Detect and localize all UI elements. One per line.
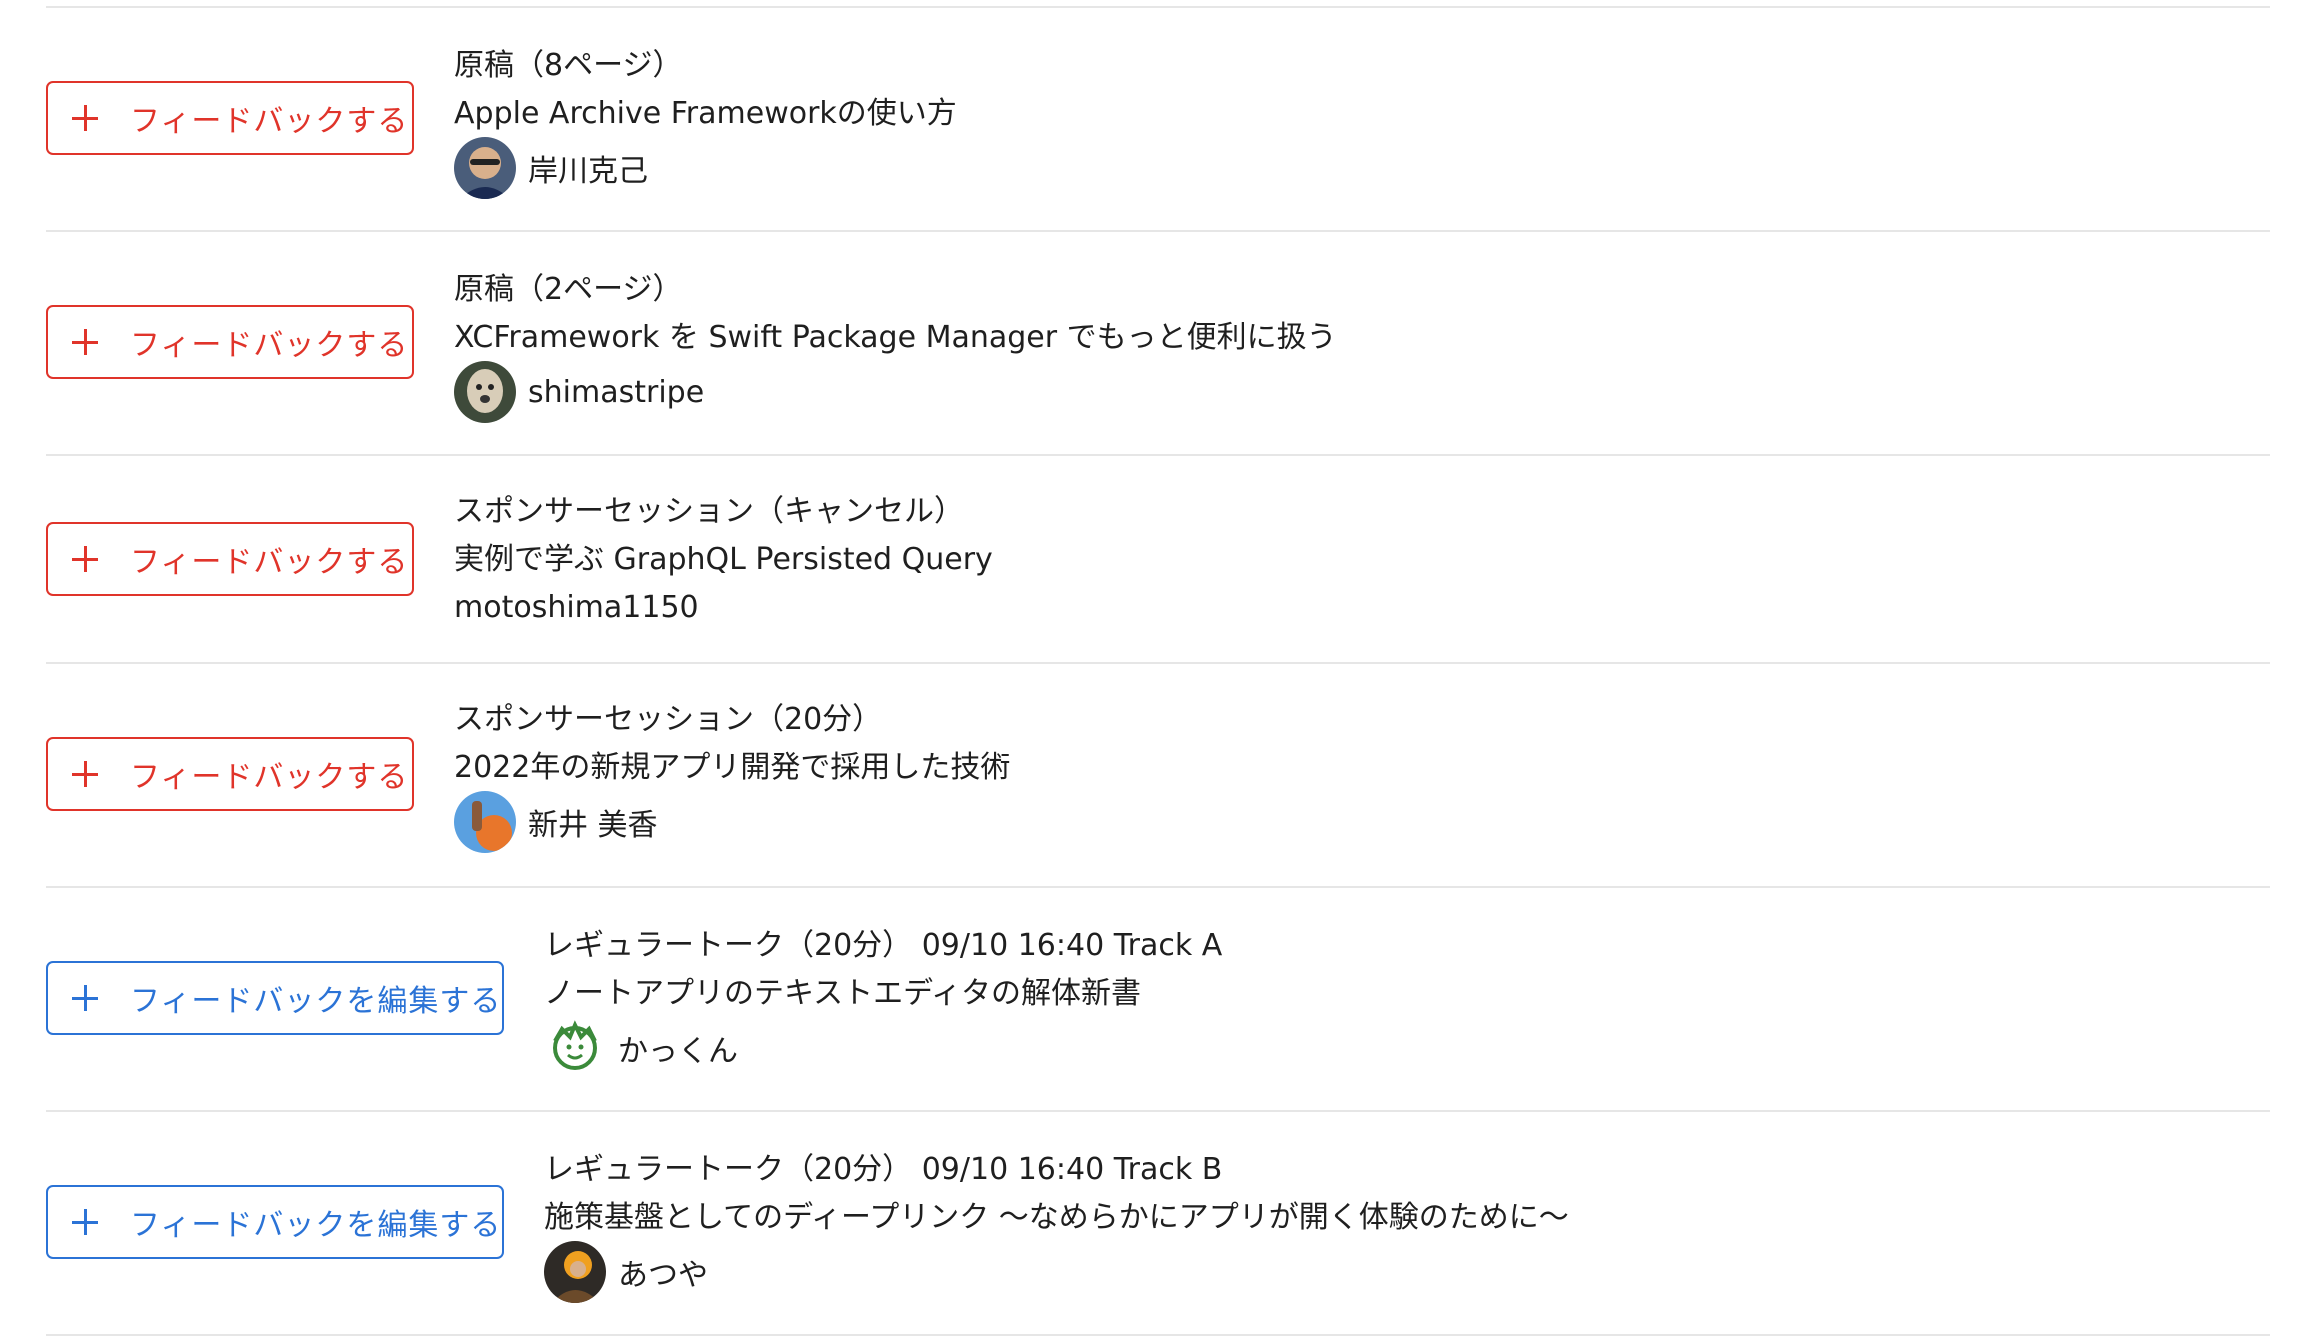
avatar-photo-icon bbox=[544, 1241, 606, 1303]
speaker-name[interactable]: motoshima1150 bbox=[454, 584, 993, 632]
list-item: フィードバックする スポンサーセッション（20分） 2022年の新規アプリ開発で… bbox=[46, 662, 2270, 886]
list-item: フィードバックする スポンサーセッション（キャンセル） 実例で学ぶ GraphQ… bbox=[46, 454, 2270, 662]
session-category: スポンサーセッション（20分） bbox=[454, 702, 883, 737]
feedback-button[interactable]: フィードバックする bbox=[46, 522, 414, 596]
speaker-name[interactable]: かっくん bbox=[618, 1026, 738, 1070]
feedback-button-label: フィードバックする bbox=[130, 545, 409, 580]
session-title[interactable]: ノートアプリのテキストエディタの解体新書 bbox=[544, 970, 1222, 1018]
session-title[interactable]: 実例で学ぶ GraphQL Persisted Query bbox=[454, 536, 993, 584]
session-category: 原稿（2ページ） bbox=[454, 272, 683, 307]
list-item: フィードバックを編集する レギュラートーク（20分） 09/10 16:40 T… bbox=[46, 886, 2270, 1110]
feedback-button-label: フィードバックを編集する bbox=[130, 984, 502, 1019]
feedback-button[interactable]: フィードバックする bbox=[46, 737, 414, 811]
session-category: レギュラートーク（20分） 09/10 16:40 Track B bbox=[544, 1152, 1223, 1187]
plus-icon bbox=[72, 1209, 98, 1235]
session-list: フィードバックする 原稿（8ページ） Apple Archive Framewo… bbox=[46, 0, 2270, 1340]
session-title[interactable]: 2022年の新規アプリ開発で採用した技術 bbox=[454, 744, 1010, 792]
speaker-name[interactable]: 岸川克己 bbox=[528, 146, 648, 190]
feedback-button-label: フィードバックする bbox=[130, 760, 409, 795]
list-item: フィードバックする 原稿（8ページ） Apple Archive Framewo… bbox=[46, 6, 2270, 230]
edit-feedback-button[interactable]: フィードバックを編集する bbox=[46, 1185, 504, 1259]
speaker-name[interactable]: shimastripe bbox=[528, 375, 704, 410]
plus-icon bbox=[72, 105, 98, 131]
feedback-button[interactable]: フィードバックする bbox=[46, 305, 414, 379]
session-title[interactable]: XCFramework を Swift Package Manager でもっと… bbox=[454, 314, 1337, 362]
feedback-button[interactable]: フィードバックする bbox=[46, 81, 414, 155]
session-category: スポンサーセッション（キャンセル） bbox=[454, 494, 964, 529]
session-category: 原稿（8ページ） bbox=[454, 48, 683, 83]
list-item: フィードバックする 原稿（2ページ） XCFramework を Swift P… bbox=[46, 230, 2270, 454]
session-title[interactable]: Apple Archive Frameworkの使い方 bbox=[454, 90, 957, 138]
avatar-illustration-icon bbox=[544, 1017, 606, 1079]
avatar-photo-icon bbox=[454, 361, 516, 423]
feedback-button-label: フィードバックする bbox=[130, 104, 409, 139]
speaker-name[interactable]: あつや bbox=[618, 1250, 708, 1294]
plus-icon bbox=[72, 761, 98, 787]
plus-icon bbox=[72, 985, 98, 1011]
session-title[interactable]: 施策基盤としてのディープリンク 〜なめらかにアプリが開く体験のために〜 bbox=[544, 1194, 1569, 1242]
plus-icon bbox=[72, 546, 98, 572]
avatar-photo-icon bbox=[454, 791, 516, 853]
avatar-photo-icon bbox=[454, 137, 516, 199]
session-category: レギュラートーク（20分） 09/10 16:40 Track A bbox=[544, 928, 1223, 963]
feedback-button-label: フィードバックする bbox=[130, 328, 409, 363]
speaker-name[interactable]: 新井 美香 bbox=[528, 800, 658, 844]
edit-feedback-button[interactable]: フィードバックを編集する bbox=[46, 961, 504, 1035]
plus-icon bbox=[72, 329, 98, 355]
feedback-button-label: フィードバックを編集する bbox=[130, 1208, 502, 1243]
list-item: フィードバックを編集する レギュラートーク（20分） 09/10 16:40 T… bbox=[46, 1110, 2270, 1334]
